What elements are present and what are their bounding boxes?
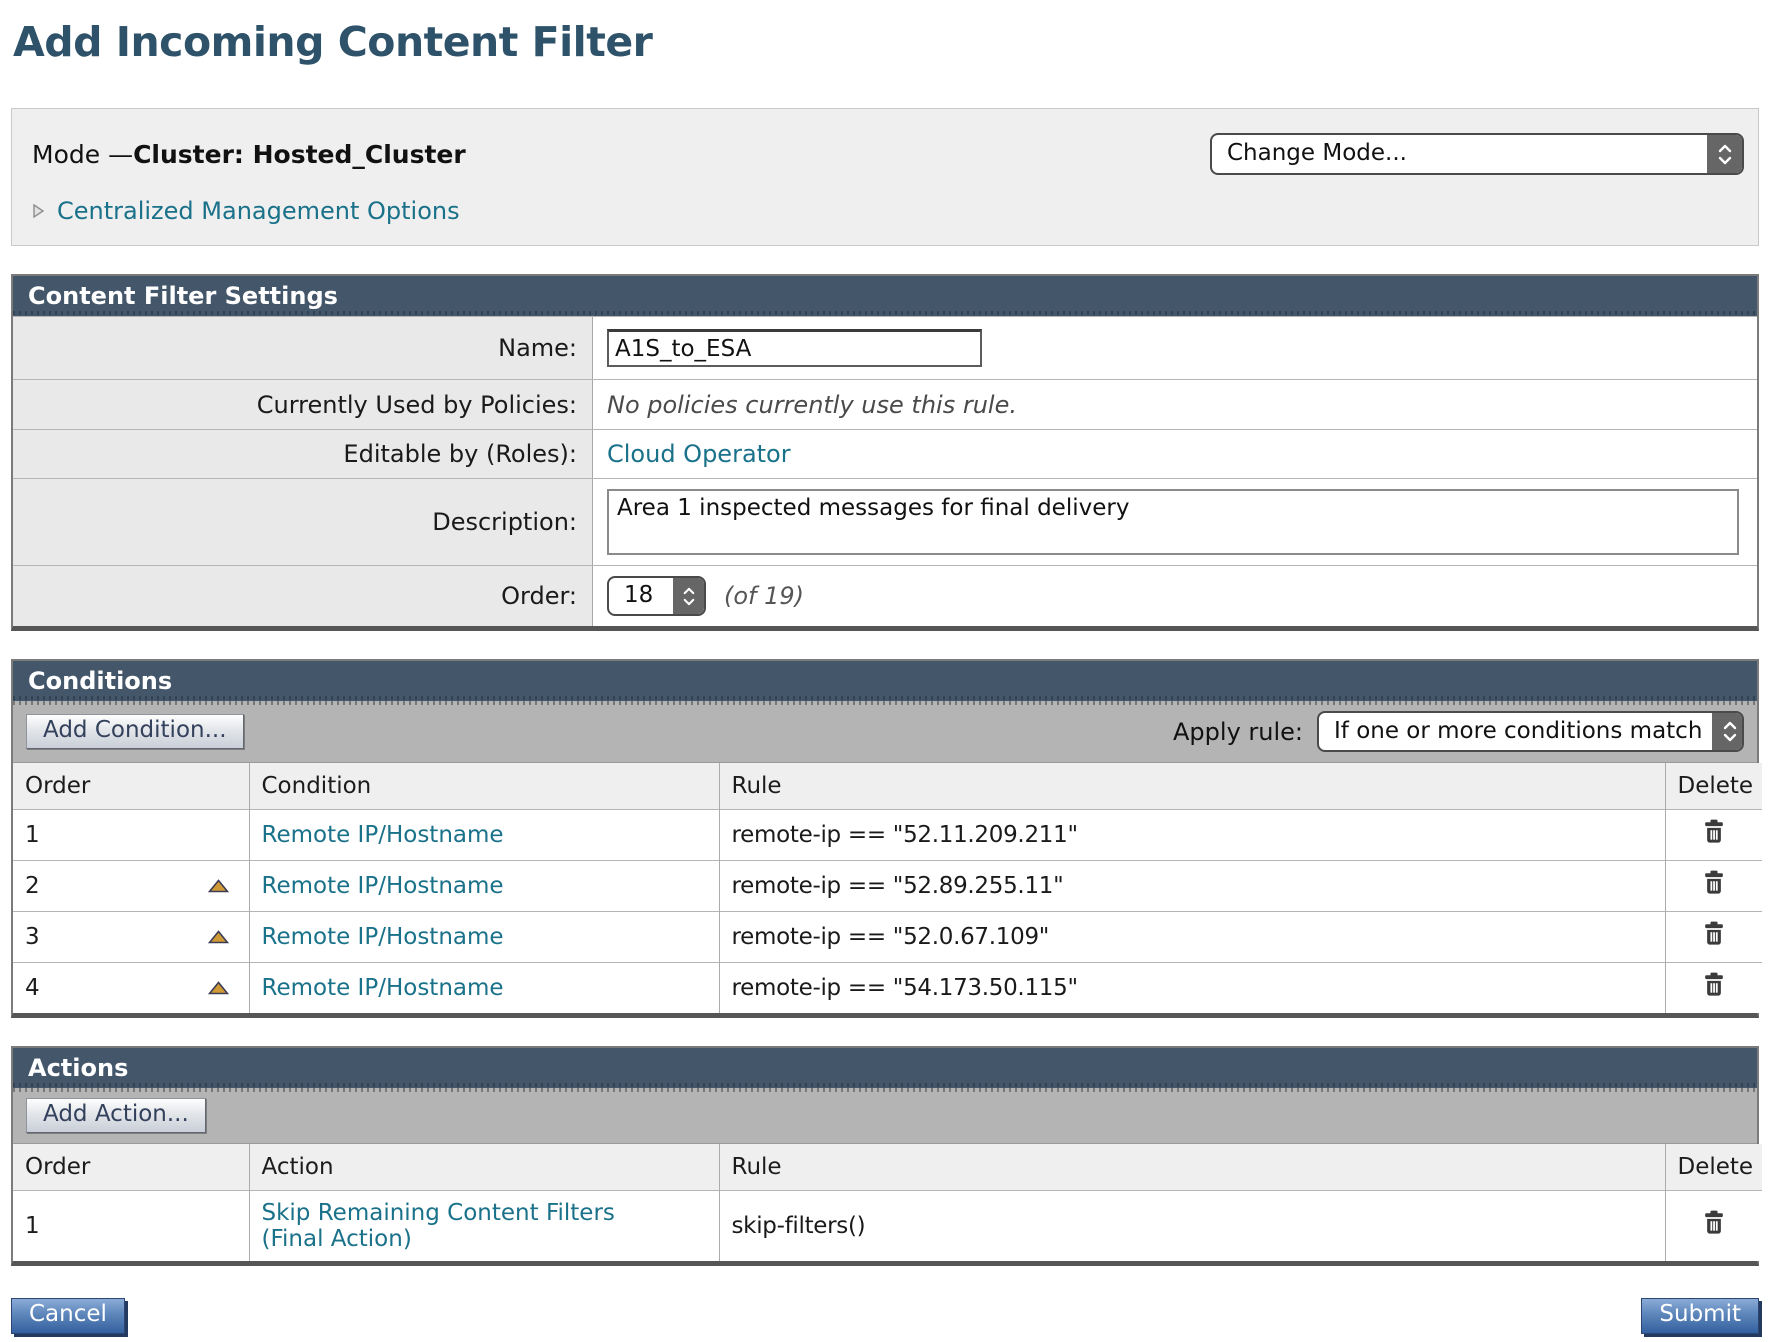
condition-order: 3 bbox=[25, 924, 40, 950]
condition-rule: remote-ip == "52.89.255.11" bbox=[732, 873, 1064, 899]
apply-rule-select[interactable]: If one or more conditions match bbox=[1317, 711, 1744, 752]
delete-action-button[interactable] bbox=[1702, 1210, 1726, 1236]
column-header-action: Action bbox=[249, 1144, 719, 1191]
conditions-section: Conditions Add Condition... Apply rule: … bbox=[11, 659, 1759, 1018]
actions-header-row: Order Action Rule Delete bbox=[13, 1144, 1762, 1191]
condition-rule: remote-ip == "52.11.209.211" bbox=[732, 822, 1078, 848]
trash-icon bbox=[1702, 1210, 1726, 1236]
submit-button[interactable]: Submit bbox=[1641, 1298, 1759, 1334]
content-filter-settings-section: Content Filter Settings Name: Currently … bbox=[11, 274, 1759, 631]
name-input[interactable] bbox=[607, 329, 982, 367]
description-label: Description: bbox=[13, 479, 593, 565]
apply-rule-label: Apply rule: bbox=[1173, 718, 1303, 746]
condition-rule: remote-ip == "54.173.50.115" bbox=[732, 975, 1078, 1001]
action-link[interactable]: Skip Remaining Content Filters (Final Ac… bbox=[262, 1200, 615, 1252]
chevron-down-icon bbox=[683, 598, 695, 606]
condition-row: 2 Remote IP/Hostname remote-ip == "52.89… bbox=[13, 861, 1762, 912]
trash-icon bbox=[1702, 819, 1726, 845]
trash-icon bbox=[1702, 921, 1726, 947]
change-mode-select[interactable]: Change Mode... bbox=[1210, 133, 1744, 175]
centralized-management-options-link[interactable]: Centralized Management Options bbox=[57, 197, 460, 225]
editable-label: Editable by (Roles): bbox=[13, 430, 593, 478]
delete-condition-button[interactable] bbox=[1702, 870, 1726, 896]
conditions-toolbar: Add Condition... Apply rule: If one or m… bbox=[13, 701, 1757, 763]
trash-icon bbox=[1702, 972, 1726, 998]
select-stepper bbox=[673, 578, 704, 614]
condition-row: 1 Remote IP/Hostname remote-ip == "52.11… bbox=[13, 810, 1762, 861]
condition-row: 4 Remote IP/Hostname remote-ip == "54.17… bbox=[13, 963, 1762, 1014]
order-total-hint: (of 19) bbox=[724, 582, 804, 610]
column-header-condition: Condition bbox=[249, 763, 719, 810]
add-condition-button[interactable]: Add Condition... bbox=[26, 714, 244, 749]
order-label: Order: bbox=[13, 566, 593, 626]
select-stepper bbox=[1712, 713, 1744, 750]
description-textarea[interactable]: Area 1 inspected messages for final deli… bbox=[607, 489, 1739, 555]
column-header-rule: Rule bbox=[719, 763, 1665, 810]
select-stepper bbox=[1707, 135, 1742, 173]
name-label: Name: bbox=[13, 317, 593, 379]
chevron-up-icon bbox=[1723, 721, 1737, 730]
delete-condition-button[interactable] bbox=[1702, 819, 1726, 845]
delete-condition-button[interactable] bbox=[1702, 921, 1726, 947]
content-filter-settings-header: Content Filter Settings bbox=[13, 276, 1757, 316]
footer-actions: Cancel Submit bbox=[11, 1298, 1759, 1342]
add-action-button[interactable]: Add Action... bbox=[26, 1098, 206, 1133]
move-up-icon[interactable] bbox=[208, 981, 229, 995]
content-filter-page: Add Incoming Content Filter Mode —Cluste… bbox=[0, 0, 1770, 1342]
column-header-delete: Delete bbox=[1665, 763, 1762, 810]
actions-section: Actions Add Action... Order Action Rule … bbox=[11, 1046, 1759, 1266]
condition-link[interactable]: Remote IP/Hostname bbox=[262, 873, 504, 899]
order-select[interactable]: 18 bbox=[607, 576, 706, 616]
move-up-icon[interactable] bbox=[208, 930, 229, 944]
conditions-table: Order Condition Rule Delete 1 Remote IP/… bbox=[13, 763, 1762, 1013]
chevron-down-icon bbox=[1718, 156, 1732, 165]
action-row: 1 Skip Remaining Content Filters (Final … bbox=[13, 1191, 1762, 1262]
editable-row: Editable by (Roles): Cloud Operator bbox=[13, 429, 1757, 478]
move-up-icon[interactable] bbox=[208, 879, 229, 893]
apply-rule-select-value: If one or more conditions match bbox=[1319, 713, 1712, 750]
action-rule: skip-filters() bbox=[732, 1213, 866, 1239]
condition-order: 4 bbox=[25, 975, 40, 1001]
order-row: Order: 18 (of 19) bbox=[13, 565, 1757, 626]
cancel-button[interactable]: Cancel bbox=[11, 1298, 125, 1334]
mode-text: Mode —Cluster: Hosted_Cluster bbox=[32, 140, 466, 169]
column-header-order: Order bbox=[13, 1144, 249, 1191]
conditions-header-row: Order Condition Rule Delete bbox=[13, 763, 1762, 810]
actions-toolbar: Add Action... bbox=[13, 1088, 1757, 1144]
page-title: Add Incoming Content Filter bbox=[13, 18, 1759, 66]
mode-panel: Mode —Cluster: Hosted_Cluster Change Mod… bbox=[11, 108, 1759, 246]
name-row: Name: bbox=[13, 316, 1757, 379]
change-mode-select-value: Change Mode... bbox=[1212, 135, 1707, 173]
column-header-order: Order bbox=[13, 763, 249, 810]
actions-header: Actions bbox=[13, 1048, 1757, 1088]
condition-row: 3 Remote IP/Hostname remote-ip == "52.0.… bbox=[13, 912, 1762, 963]
description-row: Description: Area 1 inspected messages f… bbox=[13, 478, 1757, 565]
mode-label: Mode bbox=[32, 140, 100, 169]
policies-label: Currently Used by Policies: bbox=[13, 380, 593, 429]
actions-table: Order Action Rule Delete 1 Skip Remainin… bbox=[13, 1144, 1762, 1261]
trash-icon bbox=[1702, 870, 1726, 896]
condition-link[interactable]: Remote IP/Hostname bbox=[262, 924, 504, 950]
column-header-rule: Rule bbox=[719, 1144, 1665, 1191]
mode-separator: — bbox=[108, 140, 133, 169]
chevron-up-icon bbox=[683, 587, 695, 595]
condition-link[interactable]: Remote IP/Hostname bbox=[262, 975, 504, 1001]
action-order: 1 bbox=[25, 1213, 40, 1239]
column-header-delete: Delete bbox=[1665, 1144, 1762, 1191]
policies-value: No policies currently use this rule. bbox=[593, 381, 1757, 429]
order-select-value: 18 bbox=[609, 578, 673, 614]
condition-order: 1 bbox=[25, 822, 40, 848]
policies-row: Currently Used by Policies: No policies … bbox=[13, 379, 1757, 429]
chevron-down-icon bbox=[1723, 733, 1737, 742]
chevron-up-icon bbox=[1718, 144, 1732, 153]
condition-link[interactable]: Remote IP/Hostname bbox=[262, 822, 504, 848]
conditions-header: Conditions bbox=[13, 661, 1757, 701]
cloud-operator-link[interactable]: Cloud Operator bbox=[607, 440, 791, 468]
condition-rule: remote-ip == "52.0.67.109" bbox=[732, 924, 1050, 950]
expand-triangle-icon bbox=[32, 202, 45, 220]
delete-condition-button[interactable] bbox=[1702, 972, 1726, 998]
condition-order: 2 bbox=[25, 873, 40, 899]
mode-cluster-value: Cluster: Hosted_Cluster bbox=[133, 140, 466, 169]
